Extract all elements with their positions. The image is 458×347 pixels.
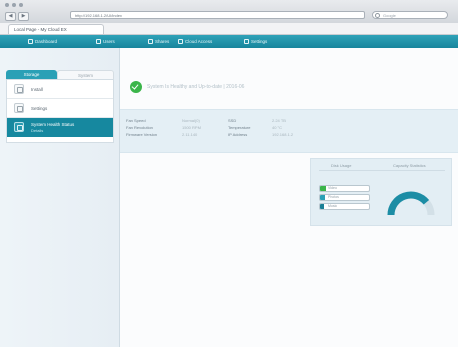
- capacity-gauge: [387, 191, 435, 216]
- usage-bar: Photos: [319, 194, 370, 201]
- browser-search-placeholder: Google: [383, 13, 396, 18]
- info-item: Fan Revolution: [126, 124, 153, 131]
- sidebar-item-settings[interactable]: Settings: [7, 99, 113, 118]
- close-window-icon[interactable]: [5, 3, 9, 7]
- usage-bar-label: Video: [328, 186, 337, 190]
- app-nav-bar: Dashboard Users Shares Cloud Access Sett…: [0, 35, 458, 48]
- info-item: Fan Speed: [126, 117, 146, 124]
- tab-storage[interactable]: Storage: [6, 70, 57, 79]
- sidebar-item-install[interactable]: Install: [7, 80, 113, 99]
- cloud-icon: [178, 39, 183, 45]
- usage-bar: Music: [319, 203, 370, 210]
- sidebar-item-sublabel: Details: [31, 128, 44, 133]
- info-item: IP Address: [228, 131, 247, 138]
- browser-tab[interactable]: Local Page - My Cloud EX: [8, 24, 104, 34]
- usage-bar-label: Music: [328, 204, 338, 208]
- info-value: 40 °C: [272, 125, 283, 130]
- address-bar[interactable]: http://192.168.1.2/UI/index: [70, 11, 365, 19]
- info-item: Firmware Version: [126, 131, 157, 138]
- info-value: 192.168.1.2: [272, 132, 294, 137]
- sidebar-list: Install Settings System Health Status De…: [6, 79, 114, 143]
- browser-nav-buttons: ◀ ▶: [5, 12, 29, 21]
- sidebar-item-label: Install: [31, 87, 43, 92]
- browser-search-field[interactable]: Google: [372, 11, 448, 19]
- capacity-title: Capacity Statistics: [393, 163, 426, 168]
- search-icon: [375, 13, 380, 18]
- info-item: SSD: [228, 117, 236, 124]
- info-item: 2.24 TB: [272, 117, 286, 124]
- user-icon: [96, 39, 101, 45]
- info-value: Normal(0): [182, 118, 200, 123]
- usage-bar-fill: [320, 195, 325, 200]
- info-panel: Fan Speed Normal(0) SSD 2.24 TB Fan Revo…: [120, 109, 458, 153]
- sidebar-item-label: Settings: [31, 106, 48, 111]
- usage-bar-label: Photos: [328, 195, 339, 199]
- usage-bar-fill: [320, 204, 324, 209]
- info-value: 2.24 TB: [272, 118, 286, 123]
- widget-divider: [319, 170, 445, 171]
- gear-icon: [244, 39, 249, 45]
- tab-system[interactable]: System: [57, 70, 114, 79]
- health-icon: [14, 122, 24, 132]
- nav-settings-label: Settings: [251, 39, 268, 44]
- info-label: Fan Revolution: [126, 125, 153, 130]
- info-label: Temperature: [228, 125, 251, 130]
- info-label: IP Address: [228, 132, 248, 137]
- nav-users-label: Users: [103, 39, 115, 44]
- info-value: 2.11.140: [182, 132, 198, 137]
- forward-button[interactable]: ▶: [18, 12, 29, 21]
- nav-shares-label: Shares: [155, 39, 170, 44]
- browser-chrome: ◀ ▶ http://192.168.1.2/UI/index Google: [0, 0, 458, 24]
- nav-settings[interactable]: Settings: [244, 35, 267, 48]
- nav-shares[interactable]: Shares: [148, 35, 169, 48]
- home-icon: [28, 39, 33, 45]
- info-value: 1500 RPM: [182, 125, 201, 130]
- window-controls[interactable]: [5, 3, 23, 7]
- nav-users[interactable]: Users: [96, 35, 115, 48]
- usage-widget: Disk Usage Capacity Statistics Video Pho…: [310, 158, 452, 226]
- info-item: 2.11.140: [182, 131, 197, 138]
- info-item: 192.168.1.2: [272, 131, 293, 138]
- usage-bar-fill: [320, 186, 326, 191]
- sidebar-item-health-status[interactable]: System Health Status Details: [7, 118, 113, 137]
- usage-bar: Video: [319, 185, 370, 192]
- install-icon: [14, 84, 24, 94]
- gauge-fill: [387, 191, 430, 216]
- info-label: Fan Speed: [126, 118, 146, 123]
- sidebar: Storage System Install Settings System H…: [0, 48, 120, 347]
- disk-usage-title: Disk Usage: [331, 163, 352, 168]
- check-circle-icon: [130, 81, 142, 93]
- minimize-window-icon[interactable]: [12, 3, 16, 7]
- folder-icon: [148, 39, 153, 45]
- info-label: SSD: [228, 118, 237, 123]
- sidebar-tabs: Storage System: [6, 70, 114, 79]
- status-message: System Is Healthy and Up-to-date | 2016-…: [147, 84, 245, 90]
- nav-dashboard[interactable]: Dashboard: [28, 35, 57, 48]
- zoom-window-icon[interactable]: [19, 3, 23, 7]
- main-content: System Is Healthy and Up-to-date | 2016-…: [120, 48, 458, 347]
- settings-icon: [14, 103, 24, 113]
- info-item: Temperature: [228, 124, 250, 131]
- info-item: 1500 RPM: [182, 124, 201, 131]
- browser-tab-bar: Local Page - My Cloud EX: [0, 23, 458, 35]
- info-item: 40 °C: [272, 124, 282, 131]
- nav-cloud-access[interactable]: Cloud Access: [178, 35, 212, 48]
- info-item: Normal(0): [182, 117, 200, 124]
- nav-cloud-access-label: Cloud Access: [185, 39, 213, 44]
- info-label: Firmware Version: [126, 132, 158, 137]
- back-button[interactable]: ◀: [5, 12, 16, 21]
- nav-dashboard-label: Dashboard: [35, 39, 58, 44]
